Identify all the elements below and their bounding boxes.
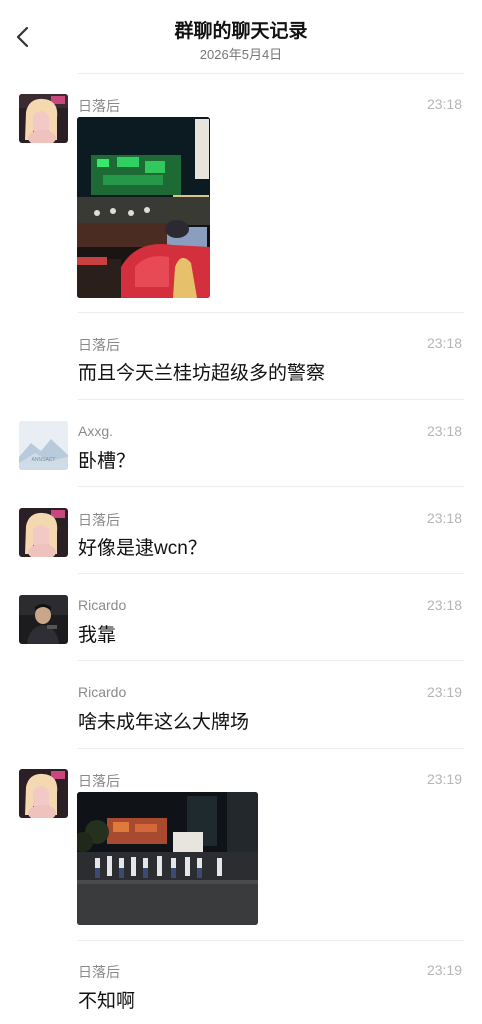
message-text: 卧槽？ — [78, 451, 136, 472]
message-time: 23:18 — [426, 335, 462, 351]
message-text: 不知啊 — [78, 991, 136, 1012]
message-time: 23:18 — [426, 423, 462, 439]
avatar-caption: ANNSACT — [32, 457, 56, 463]
message-divider — [78, 573, 464, 574]
message-divider — [78, 312, 464, 313]
sender-name: Ricardo — [78, 597, 127, 613]
message-divider — [78, 748, 464, 749]
message-time: 23:18 — [426, 510, 462, 526]
message-text: 而且今天兰桂坊超级多的警察 — [78, 363, 326, 384]
sender-name: 日落后 — [78, 773, 120, 789]
message-text: 我靠 — [78, 625, 117, 646]
avatar[interactable] — [19, 769, 68, 818]
message-photo[interactable] — [77, 792, 258, 925]
message-time: 23:19 — [426, 684, 462, 700]
message-photo[interactable] — [77, 117, 210, 298]
message-time: 23:18 — [426, 96, 462, 112]
sender-name: 日落后 — [78, 964, 120, 980]
message-divider — [78, 940, 464, 941]
header: 群聊的聊天记录 2026年5月4日 — [0, 0, 482, 74]
message-time: 23:19 — [426, 771, 462, 787]
message-divider — [78, 660, 464, 661]
message-text: 啥未成年这么大牌场 — [78, 712, 250, 733]
header-divider — [78, 73, 464, 74]
avatar[interactable]: ANNSACT — [19, 421, 68, 470]
page-date: 2026年5月4日 — [199, 47, 283, 62]
sender-name: 日落后 — [78, 98, 120, 114]
avatar[interactable] — [19, 508, 68, 557]
avatar[interactable] — [19, 595, 68, 644]
sender-name: Axxg. — [78, 423, 114, 439]
message-text: 好像是逮wcn？ — [78, 538, 207, 559]
sender-name: 日落后 — [78, 512, 120, 528]
message-time: 23:18 — [426, 597, 462, 613]
message-divider — [78, 399, 464, 400]
sender-name: 日落后 — [78, 337, 120, 353]
page-title: 群聊的聊天记录 — [174, 21, 308, 42]
message-divider — [78, 486, 464, 487]
avatar[interactable] — [19, 94, 68, 143]
message-time: 23:19 — [426, 962, 462, 978]
sender-name: Ricardo — [78, 684, 127, 700]
